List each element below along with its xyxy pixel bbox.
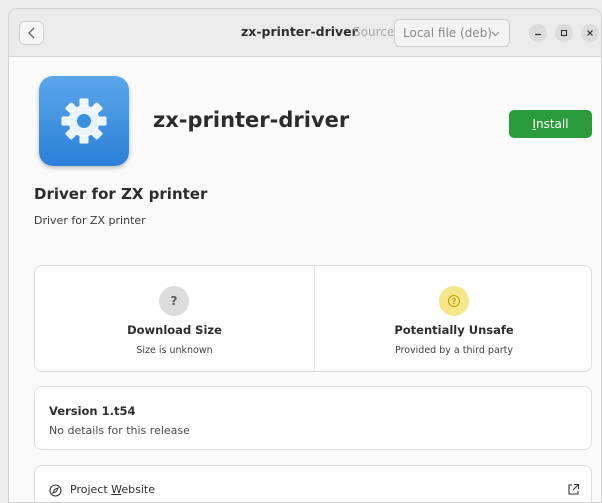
source-label: Source [353,25,395,39]
minimize-icon [535,33,541,36]
close-button[interactable] [581,24,599,42]
maximize-icon [560,29,568,37]
version-title: Version 1.t54 [49,404,136,418]
svg-text:?: ? [452,297,457,306]
close-icon [587,30,593,36]
window-title: zx-printer-driver [241,24,358,39]
app-icon [39,76,129,166]
chevron-left-icon [27,27,34,39]
software-window: zx-printer-driver Source Local file (deb… [8,8,602,503]
app-name: zx-printer-driver [153,108,350,132]
safety-tile[interactable]: ? Potentially Unsafe Provided by a third… [314,266,593,371]
header-bar: zx-printer-driver Source Local file (deb… [9,9,601,57]
install-button[interactable]: Install [509,110,592,138]
download-size-tile[interactable]: ? Download Size Size is unknown [35,266,314,371]
tile-subtitle: Size is unknown [136,345,213,356]
source-dropdown[interactable]: Local file (deb) [394,19,510,47]
version-details: No details for this release [49,424,190,437]
gear-icon [61,98,107,144]
warning-icon: ? [439,286,469,316]
back-button[interactable] [19,21,44,45]
app-description: Driver for ZX printer [34,214,146,227]
app-summary: Driver for ZX printer [34,185,208,203]
tile-title: Download Size [127,323,222,337]
tile-title: Potentially Unsafe [394,323,514,337]
install-label: nstall [535,117,569,131]
external-link-icon [568,483,580,495]
project-website-row[interactable]: Project Website [34,465,592,502]
info-tiles: ? Download Size Size is unknown ? Potent… [34,265,592,372]
project-website-label: Project Website [70,483,155,496]
compass-icon [49,484,62,497]
minimize-button[interactable] [529,24,547,42]
maximize-button[interactable] [555,24,573,42]
version-card[interactable]: Version 1.t54 No details for this releas… [34,386,592,450]
tile-subtitle: Provided by a third party [394,345,514,356]
chevron-down-icon [491,31,500,37]
source-selected-value: Local file (deb) [403,26,492,40]
question-icon: ? [159,286,189,316]
